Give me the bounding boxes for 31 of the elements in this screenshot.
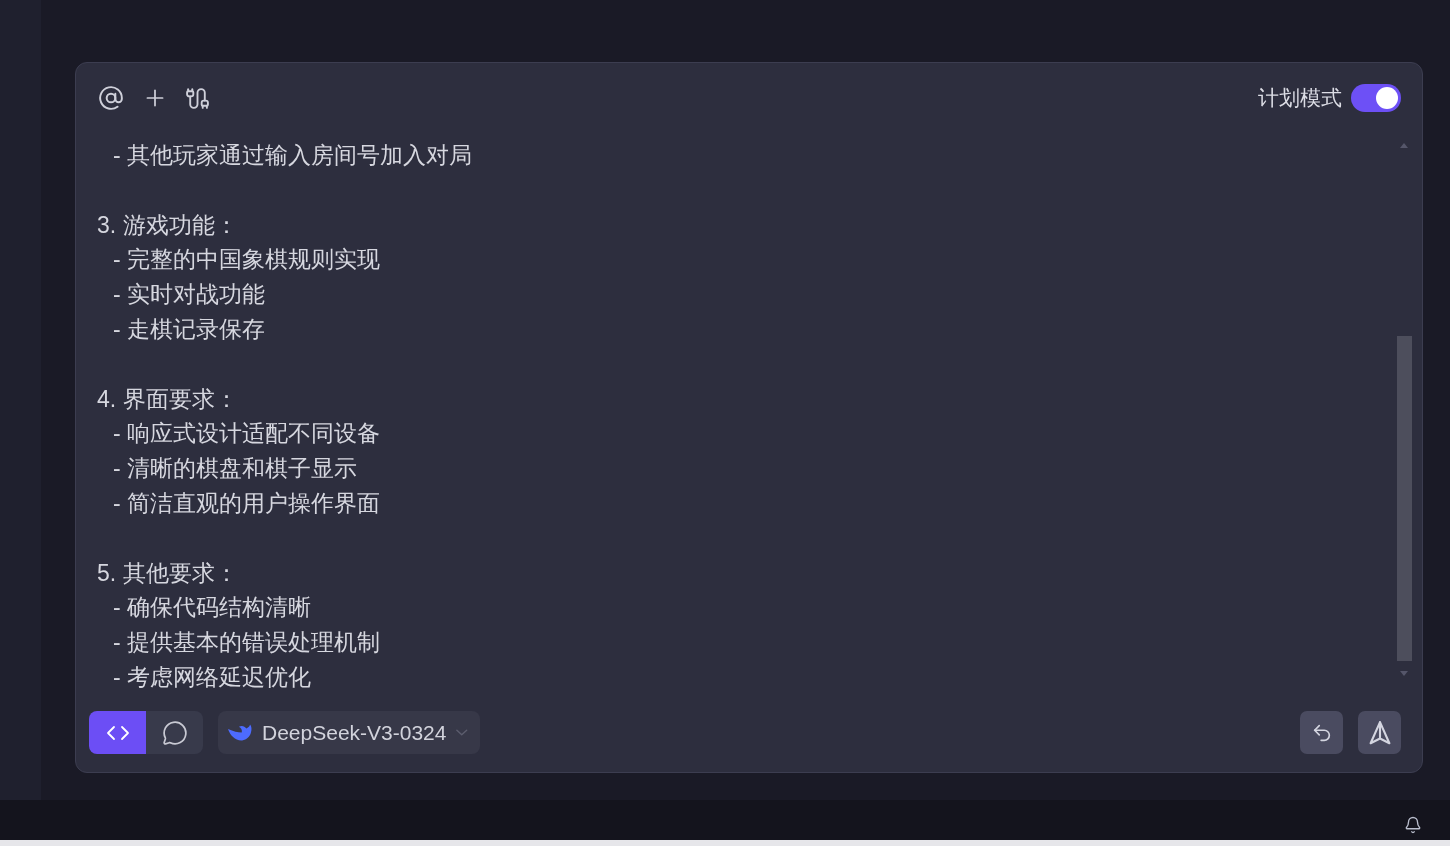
prompt-item-line: - 提供基本的错误处理机制 — [112, 628, 381, 658]
plan-mode-toggle[interactable] — [1351, 84, 1401, 112]
at-sign-icon — [98, 85, 124, 111]
prompt-item-line: - 走棋记录保存 — [112, 315, 266, 344]
prompt-item-line: - 考虑网络延迟优化 — [112, 662, 312, 692]
prompt-heading-line: 4. 界面要求： — [97, 384, 238, 414]
chat-bubble-icon — [161, 719, 188, 746]
prompt-item-line: - 其他玩家通过输入房间号加入对局 — [112, 141, 473, 170]
prompt-item-line: - 确保代码结构清晰 — [112, 593, 312, 623]
prompt-item-line: - 清晰的棋盘和棋子显示 — [112, 454, 358, 484]
send-button[interactable] — [1358, 711, 1401, 754]
undo-button[interactable] — [1300, 711, 1343, 754]
prompt-heading-line: 5. 其他要求： — [97, 558, 238, 588]
model-selector[interactable]: DeepSeek-V3-0324 — [218, 711, 480, 754]
prompt-item-line: - 完整的中国象棋规则实现 — [112, 245, 381, 275]
prompt-heading-line: 3. 游戏功能： — [97, 210, 238, 240]
mention-button[interactable] — [98, 85, 124, 111]
send-icon — [1367, 720, 1392, 745]
connector-button[interactable] — [185, 85, 210, 111]
scrollbar-thumb[interactable] — [1396, 336, 1412, 661]
prompt-textarea[interactable]: - 其他玩家通过输入房间号加入对局 3. 游戏功能： - 完整的中国象棋规则实现 - 实时对战功能 - 走棋记录保存 4. 界面要求： - 响应式设计适配不同设备 - 清晰的棋盘和棋子显示 - 简洁直观的用户操作界面 5. 其他要求： - 确保代码结构清晰 - 提供基本的错误处理机制 - 考虑网络延迟优化 — [76, 138, 1422, 698]
prompt-item-line: - 实时对战功能 — [112, 280, 266, 310]
chevron-down-icon — [456, 729, 468, 736]
cable-icon — [185, 85, 210, 111]
prompt-item-line: - 简洁直观的用户操作界面 — [112, 488, 381, 518]
whale-logo-icon — [228, 723, 252, 742]
bell-icon[interactable] — [1404, 816, 1422, 834]
prompt-item-line: - 响应式设计适配不同设备 — [112, 419, 381, 449]
code-mode-button[interactable] — [89, 711, 146, 754]
plan-mode-label: 计划模式 — [1258, 85, 1342, 112]
chat-mode-button[interactable] — [146, 711, 203, 754]
